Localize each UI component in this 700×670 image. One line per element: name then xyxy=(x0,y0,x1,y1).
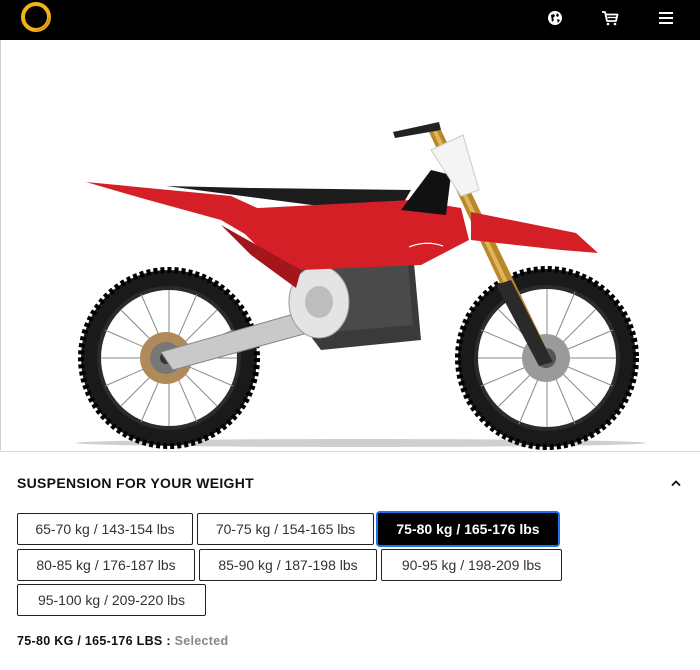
weight-option-85-90[interactable]: 85-90 kg / 187-198 lbs xyxy=(199,549,377,581)
top-nav-bar xyxy=(0,0,700,40)
selection-summary: 75-80 KG / 165-176 LBS : Selected xyxy=(17,634,228,648)
weight-option-75-80[interactable]: 75-80 kg / 165-176 lbs xyxy=(378,513,558,545)
weight-option-70-75[interactable]: 70-75 kg / 154-165 lbs xyxy=(197,513,374,545)
chevron-up-icon[interactable] xyxy=(669,476,683,490)
product-hero-image xyxy=(0,40,700,450)
selected-value: 75-80 KG / 165-176 LBS xyxy=(17,634,163,648)
weight-option-90-95[interactable]: 90-95 kg / 198-209 lbs xyxy=(381,549,562,581)
summary-separator: : xyxy=(162,634,175,648)
weight-option-95-100[interactable]: 95-100 kg / 209-220 lbs xyxy=(17,584,206,616)
selection-state: Selected xyxy=(174,634,229,648)
hamburger-menu-icon[interactable] xyxy=(656,8,676,28)
suspension-section-header[interactable]: SUSPENSION FOR YOUR WEIGHT xyxy=(17,473,683,493)
dirt-bike-illustration xyxy=(76,122,646,450)
section-title: SUSPENSION FOR YOUR WEIGHT xyxy=(17,475,255,491)
section-divider xyxy=(0,451,700,452)
cart-icon[interactable] xyxy=(600,8,620,28)
brand-logo[interactable] xyxy=(19,0,53,34)
weight-option-80-85[interactable]: 80-85 kg / 176-187 lbs xyxy=(17,549,195,581)
weight-option-65-70[interactable]: 65-70 kg / 143-154 lbs xyxy=(17,513,193,545)
globe-icon[interactable] xyxy=(545,8,565,28)
